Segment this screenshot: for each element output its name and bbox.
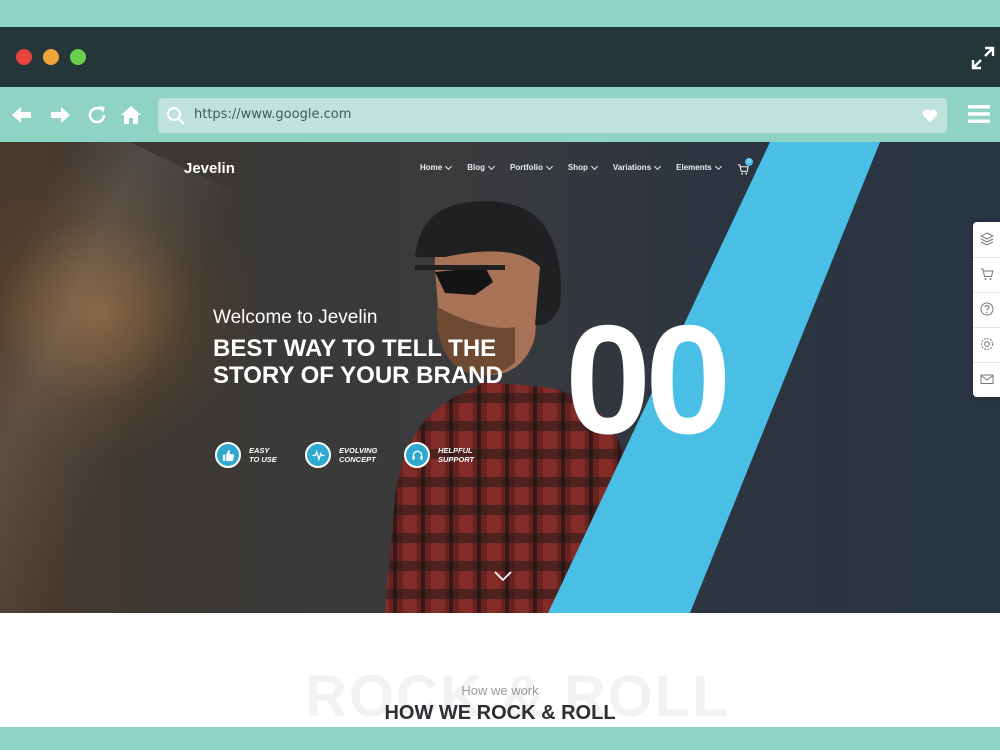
reload-icon[interactable] [85,103,109,127]
hamburger-menu-icon[interactable] [968,104,990,124]
hero-big-number: 00 [565,293,731,466]
maximize-window-button[interactable] [70,49,86,65]
accent-diagonal-stripe [548,142,880,613]
side-tab-divider [973,327,1000,328]
layers-icon[interactable] [980,232,994,246]
back-arrow-icon[interactable] [10,103,34,127]
side-tab-divider [973,292,1000,293]
forward-arrow-icon[interactable] [48,103,72,127]
side-tab-divider [973,362,1000,363]
browser-window: https://www.google.com Jevelin Home Blog… [0,27,1000,727]
side-tab-divider [973,257,1000,258]
search-icon [167,107,185,125]
help-icon[interactable] [980,302,994,316]
hero-section: Jevelin Home Blog Portfolio Shop Variati… [0,142,1000,613]
close-window-button[interactable] [16,49,32,65]
home-icon[interactable] [119,103,143,127]
chevron-down-icon[interactable] [494,569,512,583]
address-bar[interactable]: https://www.google.com [158,98,947,133]
section-subtitle: How we work [461,683,539,698]
settings-icon[interactable] [980,337,994,351]
how-we-work-section: ROCK & ROLL How we work HOW WE ROCK & RO… [0,613,1000,727]
minimize-window-button[interactable] [43,49,59,65]
heart-icon[interactable] [921,107,939,125]
browser-toolbar: https://www.google.com [0,87,1000,142]
expand-icon[interactable] [970,45,996,71]
side-panel-tabs [973,222,1000,397]
url-text[interactable]: https://www.google.com [194,107,351,122]
mail-icon[interactable] [980,372,994,386]
title-bar [0,27,1000,87]
cart-icon[interactable] [980,267,994,281]
section-title: HOW WE ROCK & ROLL [384,702,616,724]
